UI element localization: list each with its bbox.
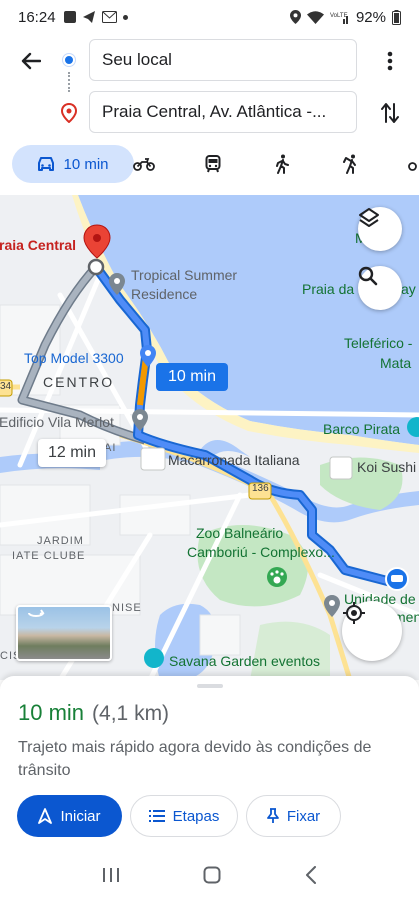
pin-icon: [266, 808, 279, 823]
notification-dot-icon: [122, 14, 128, 20]
motorcycle-icon: [133, 158, 155, 171]
destination-field[interactable]: Praia Central, Av. Atlântica -...: [89, 91, 357, 133]
label-praia-da[interactable]: Praia da: [302, 281, 354, 297]
battery-percent: 92%: [355, 8, 386, 26]
swap-button[interactable]: [375, 98, 405, 128]
route-description: Trajeto mais rápido agora devido às cond…: [18, 739, 372, 779]
map-view[interactable]: raia Central Tropical Summer Residence M…: [0, 195, 419, 680]
android-nav-bar: [0, 850, 419, 900]
transit-icon: [205, 155, 221, 173]
more-vert-icon: [387, 51, 393, 71]
start-button-label: Iniciar: [60, 807, 101, 825]
restaurant-icon: [140, 447, 166, 471]
location-icon: [289, 10, 301, 24]
label-tropical-1[interactable]: Tropical Summer: [131, 267, 237, 283]
mode-walking[interactable]: [268, 145, 296, 183]
label-edificio[interactable]: Edificio Vila Merlot: [0, 414, 114, 430]
status-bar: 16:24 VoLTE 92%: [0, 0, 419, 34]
route-start-circle: [87, 258, 105, 276]
status-time: 16:24: [18, 8, 56, 26]
layers-icon: [359, 208, 379, 227]
label-macarronada[interactable]: Macarronada Italiana: [168, 452, 300, 468]
street-view-rotate-icon: [28, 609, 45, 617]
eta-row: 10 min (4,1 km): [18, 700, 169, 726]
recents-icon[interactable]: [102, 867, 120, 883]
wifi-icon: [306, 10, 324, 24]
pin-button-label: Fixar: [286, 807, 321, 825]
eta-time: 10 min: [18, 700, 85, 725]
label-praia-central[interactable]: raia Central: [0, 237, 76, 253]
swap-vert-icon: [381, 103, 399, 123]
navigation-arrow-icon: [38, 808, 53, 824]
more-options-button[interactable]: [375, 46, 405, 76]
bike-icon: [408, 162, 417, 171]
label-nise: NISE: [112, 602, 142, 614]
label-praia-da-tail: ay: [401, 281, 416, 297]
travel-modes-bar: 10 min: [0, 145, 419, 187]
svg-text:VoLTE: VoLTE: [330, 13, 348, 19]
search-icon: [358, 266, 378, 286]
google-maps-directions-screen: 16:24 VoLTE 92% Seu local Praia Central,…: [0, 0, 419, 900]
my-location-icon: [343, 602, 365, 624]
label-barco[interactable]: Barco Pirata: [323, 421, 400, 437]
route-connector: [68, 72, 70, 92]
label-jardim-2: IATE CLUBE: [12, 550, 86, 562]
label-road-34: 34: [0, 381, 12, 392]
koi-icon: [329, 456, 353, 480]
steps-button-label: Etapas: [172, 807, 220, 825]
mode-rideshare[interactable]: [336, 145, 364, 183]
layers-button[interactable]: [358, 207, 402, 251]
label-top-model[interactable]: Top Model 3300: [24, 350, 124, 366]
destination-field-text: Praia Central, Av. Atlântica -...: [102, 102, 327, 121]
mode-motorcycle[interactable]: [128, 145, 160, 183]
home-icon[interactable]: [203, 866, 221, 884]
label-centro: CENTRO: [43, 374, 115, 390]
car-icon: [38, 157, 55, 171]
start-button[interactable]: Iniciar: [17, 795, 122, 837]
mode-transit[interactable]: [198, 145, 228, 183]
sheet-drag-handle[interactable]: [197, 684, 223, 688]
my-location-button[interactable]: [342, 601, 402, 661]
arrow-back-icon: [21, 52, 41, 70]
battery-icon: [392, 9, 401, 25]
mode-driving[interactable]: 10 min: [12, 145, 134, 183]
back-nav-icon[interactable]: [305, 866, 317, 884]
eta-distance: (4,1 km): [92, 702, 170, 725]
destination-pin-icon: [60, 103, 78, 123]
list-icon: [148, 810, 165, 822]
label-teleferico-2: Mata: [380, 355, 412, 371]
primary-route-time-bubble[interactable]: 10 min: [156, 363, 228, 391]
label-zoo-1[interactable]: Zoo Balneário: [196, 525, 283, 541]
mode-driving-label: 10 min: [63, 155, 109, 173]
rideshare-icon: [343, 154, 356, 174]
label-road-136: 136: [252, 483, 269, 494]
label-jardim-1: JARDIM: [37, 535, 84, 547]
steps-button[interactable]: Etapas: [130, 795, 238, 837]
alt-route-time-bubble[interactable]: 12 min: [38, 439, 106, 467]
origin-dot-icon: [63, 54, 75, 66]
savana-poi-icon: [144, 648, 164, 668]
telegram-icon: [82, 11, 95, 23]
pin-button[interactable]: Fixar: [246, 795, 341, 837]
park-south: [250, 621, 330, 680]
walk-icon: [276, 154, 289, 174]
label-tropical-2[interactable]: Residence: [131, 286, 197, 302]
origin-field[interactable]: Seu local: [89, 39, 357, 81]
label-zoo-2[interactable]: Camboriú - Complexo...: [187, 544, 335, 560]
gmail-icon: [101, 11, 117, 23]
signal-icon: VoLTE: [330, 13, 348, 24]
label-savana[interactable]: Savana Garden eventos: [169, 653, 320, 669]
search-map-button[interactable]: [358, 266, 402, 310]
route-summary-sheet[interactable]: 10 min (4,1 km) Trajeto mais rápido agor…: [0, 676, 419, 900]
label-teleferico-1[interactable]: Teleférico -: [344, 335, 412, 351]
origin-field-text: Seu local: [102, 50, 172, 69]
mode-bicycle[interactable]: [404, 145, 419, 183]
label-koi[interactable]: Koi Sushi: [357, 459, 416, 475]
gallery-icon: [63, 11, 76, 23]
back-button[interactable]: [16, 46, 46, 76]
street-view-thumbnail[interactable]: [16, 605, 112, 661]
